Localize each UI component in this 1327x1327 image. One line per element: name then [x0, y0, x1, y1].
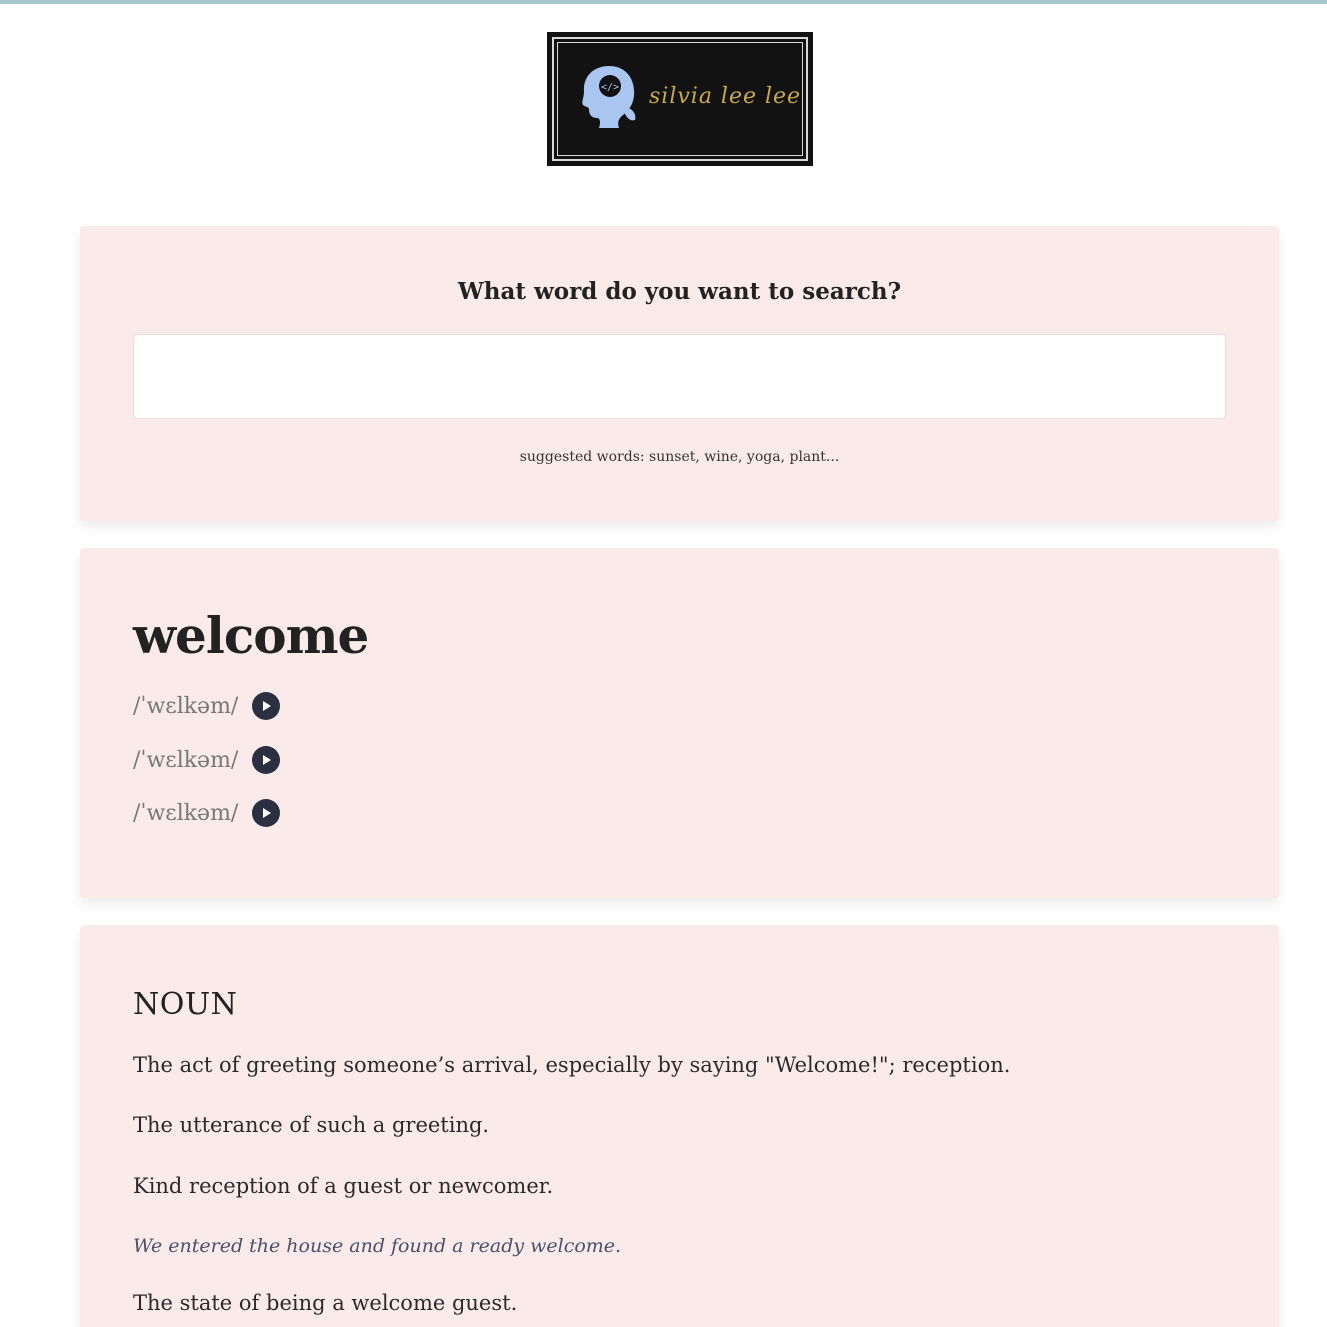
phonetic-text: /ˈwɛlkəm/	[133, 693, 239, 719]
head-silhouette-icon: </>	[582, 66, 636, 128]
play-icon	[263, 701, 272, 711]
search-input[interactable]	[133, 334, 1226, 419]
play-icon	[263, 808, 272, 818]
meaning-card: NOUN The act of greeting someone’s arriv…	[80, 925, 1279, 1327]
play-icon	[263, 755, 272, 765]
brand-logo[interactable]: </> silvia lee lee	[547, 32, 813, 166]
phonetic-text: /ˈwɛlkəm/	[133, 800, 239, 826]
part-of-speech: NOUN	[133, 987, 238, 1022]
play-audio-button[interactable]	[252, 692, 281, 720]
definition-example: We entered the house and found a ready w…	[133, 1235, 622, 1257]
phonetic-row: /ˈwɛlkəm/	[133, 745, 281, 775]
definition: Kind reception of a guest or newcomer.	[133, 1174, 554, 1198]
top-strip	[0, 0, 1327, 4]
play-audio-button[interactable]	[252, 746, 281, 774]
phonetic-row: /ˈwɛlkəm/	[133, 691, 281, 721]
play-audio-button[interactable]	[252, 799, 281, 827]
suggested-words: suggested words: sunset, wine, yoga, pla…	[519, 449, 840, 465]
search-heading: What word do you want to search?	[457, 278, 902, 305]
brand-name: silvia lee lee	[649, 84, 802, 109]
code-glyph: </>	[601, 82, 619, 93]
word-card: welcome /ˈwɛlkəm/ /ˈwɛlkəm/ /ˈwɛlkəm/	[80, 548, 1279, 898]
word-title: welcome	[133, 606, 369, 665]
definition: The state of being a welcome guest.	[133, 1291, 518, 1315]
definition: The act of greeting someone’s arrival, e…	[133, 1053, 1011, 1077]
phonetic-text: /ˈwɛlkəm/	[133, 747, 239, 773]
search-card: What word do you want to search? suggest…	[80, 226, 1279, 521]
definition: The utterance of such a greeting.	[133, 1113, 490, 1137]
phonetic-row: /ˈwɛlkəm/	[133, 798, 281, 828]
